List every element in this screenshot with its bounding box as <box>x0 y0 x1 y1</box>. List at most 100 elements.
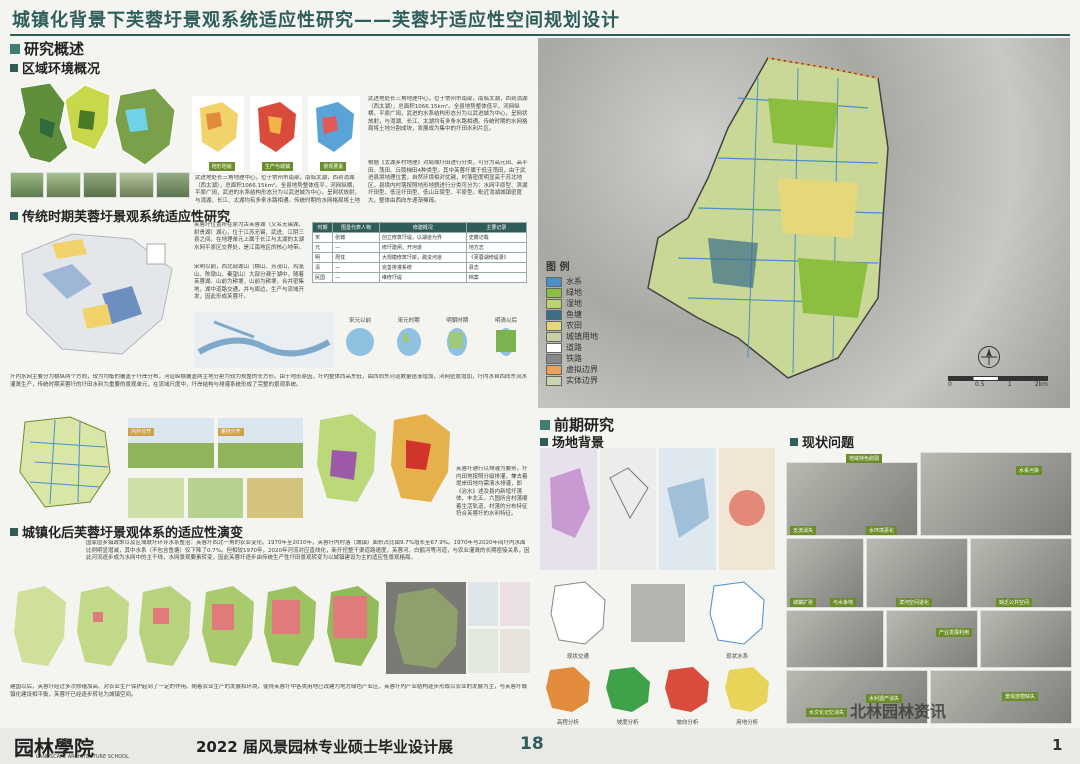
city-map <box>60 80 115 155</box>
urban-map-svg <box>76 586 129 666</box>
section-marker <box>10 527 18 536</box>
site-map <box>599 448 656 570</box>
analysis-label: 现状水系 <box>726 654 749 660</box>
legend-swatch <box>546 320 562 331</box>
analysis-svg <box>605 667 650 712</box>
problem-label: 城镇扩张 <box>790 598 817 607</box>
legend-label: 鱼塘 <box>566 310 582 319</box>
table-cell: 修圩建闸，开河道 <box>378 242 467 253</box>
north-arrow-svg <box>981 349 997 365</box>
section-diagram-row: 内外分开 灌排分开 <box>128 418 303 468</box>
section-overview-label: 研究概述 <box>24 40 85 58</box>
analysis-label: 坡向分析 <box>676 720 699 726</box>
table-row: 宋张镈 创立修筑圩堤，以湖道为界 史籍记载 <box>311 232 528 243</box>
analysis-cell: 用地分析 <box>719 664 775 726</box>
table-row: 元 — 修圩建闸，开河道 地方志 <box>311 242 528 253</box>
table-cell: — <box>332 242 380 253</box>
site-maps <box>540 448 775 570</box>
landscape-element-map-svg <box>316 102 354 152</box>
urbanized-text: 国家层乡镇政策以及区域联圩环评水系整治：芙蓉圩西北一角的农业变化。1970年至2… <box>86 540 530 561</box>
legend-item: 铁路 <box>546 353 616 364</box>
problem-label: 水系污染 <box>1016 466 1043 475</box>
site-analysis-row1: 现状交通 现状水系 <box>540 578 775 664</box>
history-table: 时期 围垦代表人物 修建概况 主要记录 宋张镈 创立修筑圩堤，以湖道为界 史籍记载元… <box>311 222 528 283</box>
section-marker <box>540 419 550 430</box>
scale-tick: 2km <box>1034 381 1048 388</box>
site-analysis-row2: 高程分析 坡度分析 坡向分析 用地分析 <box>540 664 775 726</box>
analysis-svg <box>725 667 770 712</box>
traditional-summary: 圩内水网主要分为横纵两个方向，较为均衡的覆盖于圩岸分布，河道纵横覆盖两主地分割为… <box>10 374 528 388</box>
table-cell: 大规模修筑圩岸，疏浚河道 <box>378 252 467 263</box>
irrigation-map-svg <box>19 416 111 508</box>
satellite-image <box>386 582 466 674</box>
section-label: 灌排分开 <box>217 428 244 436</box>
land-map-1-svg <box>317 414 376 502</box>
problem-label: 景观游憩缺失 <box>1002 692 1039 701</box>
legend-list: 水系 绿地 湿地 鱼塘 农田 城镇用地 道路 铁路 虚拟边界 实体边界 <box>546 276 616 386</box>
legend-label: 虚拟边界 <box>566 365 598 374</box>
table-cell: 《芙蓉湖修堤录》 <box>465 252 528 263</box>
urban-map-svg <box>139 586 191 666</box>
problem-label: 与水争地 <box>830 598 857 607</box>
site-map <box>718 448 775 570</box>
plan-thumb <box>128 478 184 518</box>
plan-thumb <box>187 478 244 518</box>
evolution-stage: 明朝时期 <box>435 316 479 364</box>
county-map <box>110 80 180 170</box>
analysis-cell: 现状水系 <box>699 578 775 664</box>
problem-label: 地域特色削弱 <box>846 454 883 463</box>
landscape-photo <box>119 172 154 198</box>
site-map-svg <box>728 490 765 526</box>
legend-label: 实体边界 <box>566 376 598 385</box>
evolution-stage-svg <box>346 328 374 356</box>
section-urbanized-label: 城镇化后芙蓉圩景观体系的适应性演变 <box>22 526 244 541</box>
table-cell: 明 <box>311 252 334 263</box>
legend-label: 农田 <box>566 321 582 330</box>
problem-label: 滨河空间退化 <box>896 598 933 607</box>
table-cell: 维修圩堤 <box>378 272 467 283</box>
legend-swatch <box>546 353 562 364</box>
section-overview: 研究概述 <box>10 38 84 59</box>
urban-map-svg <box>326 586 379 666</box>
traditional-region-map <box>12 224 182 364</box>
legend-item: 虚拟边界 <box>546 364 616 375</box>
footer: 园林學院 LANDSCAPE ARCHITECTURE SCHOOL 2022 … <box>0 702 1080 764</box>
section-label: 内外分开 <box>128 428 155 436</box>
detail-thumb <box>468 582 498 626</box>
scale-ticks: 0 0.5 1 2km <box>948 381 1048 388</box>
site-map <box>540 448 597 570</box>
legend-label: 水系 <box>566 277 582 286</box>
table-cell: 创立修筑圩堤，以湖道为界 <box>378 232 467 243</box>
landscape-photo <box>82 172 118 198</box>
evolution-stage: 宋元以前 <box>338 316 382 364</box>
site-map-svg <box>608 467 649 520</box>
section-problems-label: 现状问题 <box>802 436 855 451</box>
urbanization-maps <box>10 582 382 674</box>
problem-label: 产业发展利用 <box>936 628 973 637</box>
problem-photo <box>980 610 1072 668</box>
section-marker <box>790 437 798 446</box>
thematic-labels: 地形地貌 生产与城镇 景观要素 <box>195 162 360 171</box>
legend-swatch <box>546 331 562 342</box>
urban-map-svg <box>14 586 66 666</box>
problem-label: 缺乏公共空间 <box>996 598 1033 607</box>
traditional-region-map-svg <box>21 233 173 355</box>
terrain-map-svg <box>200 102 238 152</box>
analysis-label: 坡度分析 <box>616 720 639 726</box>
evolution-label: 明清以后 <box>494 318 517 324</box>
site-map-svg <box>667 478 709 538</box>
legend-label: 道路 <box>566 343 582 352</box>
table-header-cell: 修建概况 <box>378 222 467 233</box>
school-name-en: LANDSCAPE ARCHITECTURE SCHOOL <box>36 754 129 760</box>
table-header-cell: 围垦代表人物 <box>332 222 380 233</box>
detail-thumbs <box>468 582 532 674</box>
regional-text-1: 武进地处长三角地理中心，位于常州市南部，南临太湖，西到滆湖（西太湖），总面积10… <box>368 96 528 132</box>
legend-swatch <box>546 276 562 287</box>
table-row: 明周忱 大规模修筑圩岸，疏浚河道 《芙蓉湖修堤录》 <box>311 252 528 263</box>
photo-strip <box>10 172 191 198</box>
thematic-maps <box>192 96 360 172</box>
exhibition-title: 2022 届风景园林专业硕士毕业设计展 <box>196 738 453 756</box>
irrigation-map <box>10 412 120 512</box>
evolution-stage: 宋元时期 <box>387 316 431 364</box>
production-map-svg <box>258 102 296 152</box>
